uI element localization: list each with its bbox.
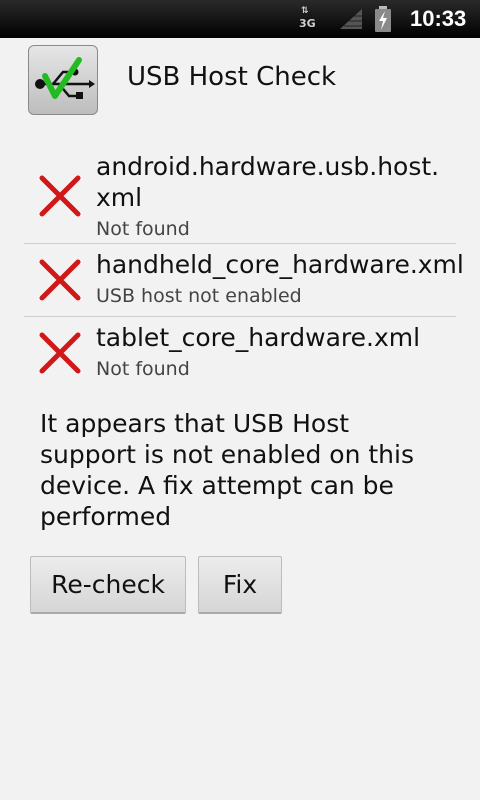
- status-bar: ⇅ 3G 10:33: [0, 0, 480, 38]
- red-x-icon: [39, 175, 81, 217]
- result-message: It appears that USB Host support is not …: [40, 409, 414, 531]
- check-row: android.hardware.usb.host. xml Not found: [24, 150, 456, 242]
- recheck-button[interactable]: Re-check: [30, 556, 186, 614]
- network-3g-icon: ⇅ 3G: [299, 6, 316, 30]
- check-filename: android.hardware.usb.host. xml: [96, 152, 440, 212]
- check-row: handheld_core_hardware.xml USB host not …: [24, 246, 464, 316]
- red-x-icon: [39, 259, 81, 301]
- divider: [24, 243, 456, 244]
- status-time: 10:33: [410, 6, 467, 31]
- signal-icon: [340, 9, 362, 29]
- battery-charging-icon: [375, 6, 391, 32]
- check-status: USB host not enabled: [96, 285, 302, 307]
- check-row: tablet_core_hardware.xml Not found: [24, 319, 456, 389]
- divider: [24, 316, 456, 317]
- usb-check-icon: [28, 45, 98, 115]
- check-filename: tablet_core_hardware.xml: [96, 323, 421, 352]
- fix-button[interactable]: Fix: [198, 556, 282, 614]
- check-status: Not found: [96, 218, 190, 240]
- check-filename: handheld_core_hardware.xml: [96, 250, 464, 279]
- check-status: Not found: [96, 358, 190, 380]
- app-title: USB Host Check: [127, 62, 337, 92]
- red-x-icon: [39, 332, 81, 374]
